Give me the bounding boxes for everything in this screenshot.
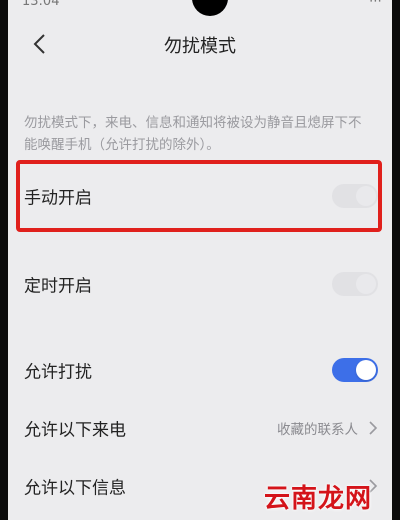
- phone-screen: 13:04 ⋯ 勿扰模式 勿扰模式下，来电、信息和通知将被设为静音且熄屏下不能唤…: [8, 0, 392, 520]
- allow-calls-row[interactable]: 允许以下来电 收藏的联系人: [8, 398, 392, 458]
- allow-messages-label: 允许以下信息: [24, 478, 126, 499]
- allow-calls-value: 收藏的联系人: [277, 422, 358, 438]
- nav-bar: 勿扰模式: [8, 22, 392, 66]
- scheduled-enable-row[interactable]: 定时开启: [8, 254, 392, 314]
- toggle-knob: [356, 360, 376, 380]
- toggle-knob: [356, 186, 376, 206]
- page-title: 勿扰模式: [164, 36, 236, 57]
- camera-notch: [192, 0, 228, 16]
- chevron-right-icon: [368, 420, 378, 436]
- allow-interrupt-label: 允许打扰: [24, 362, 92, 383]
- status-icons: ⋯: [369, 0, 382, 9]
- watermark-logo: 云南龙网: [263, 484, 372, 514]
- mode-description: 勿扰模式下，来电、信息和通知将被设为静音且熄屏下不能唤醒手机（允许打扰的除外）。: [24, 115, 362, 153]
- scheduled-enable-toggle[interactable]: [332, 272, 378, 296]
- manual-enable-row[interactable]: 手动开启: [8, 166, 392, 226]
- manual-enable-label: 手动开启: [24, 188, 92, 209]
- toggle-knob: [356, 274, 376, 294]
- allow-interrupt-toggle[interactable]: [332, 358, 378, 382]
- allow-interrupt-row[interactable]: 允许打扰: [8, 340, 392, 400]
- manual-enable-toggle[interactable]: [332, 184, 378, 208]
- scheduled-enable-label: 定时开启: [24, 276, 92, 297]
- allow-calls-label: 允许以下来电: [24, 420, 126, 441]
- status-time: 13:04: [22, 0, 60, 9]
